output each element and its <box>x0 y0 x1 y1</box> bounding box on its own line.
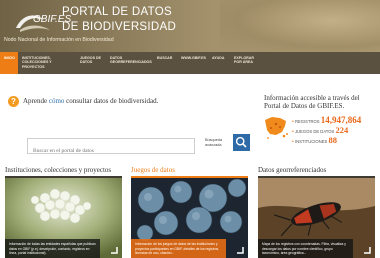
card-image-flower[interactable]: Información de todas las entidades españ… <box>5 178 122 258</box>
nav-item-www-gbif[interactable]: WWW.GBIF.ES <box>177 52 208 74</box>
site-title-line2: DE BIODIVERSIDAD <box>62 21 177 33</box>
card-datos-georreferenciados[interactable]: Datos georreferenciados Mapa de los regi… <box>258 166 375 258</box>
help-icon[interactable]: ? <box>8 96 19 107</box>
intro-prefix: Aprende <box>23 97 48 105</box>
nav-item-ayuda[interactable]: AYUDA <box>208 52 230 74</box>
card-title[interactable]: Juegos de datos <box>131 166 248 174</box>
arrow-icon[interactable] <box>109 245 119 255</box>
intro-text: Aprende cómo consultar datos de biodiver… <box>23 97 158 105</box>
nav-item-explorar-por-area[interactable]: EXPLORAR POR ÁREA <box>230 52 262 74</box>
nav-item-juegos-de-datos[interactable]: JUEGOS DE DATOS <box>76 52 106 74</box>
card-caption: Mapa de los registros con coordenadas. F… <box>258 239 353 258</box>
search-button[interactable] <box>233 134 250 151</box>
arrow-icon[interactable] <box>235 245 245 255</box>
nav-item-instituciones[interactable]: INSTITUCIONES, COLECCIONES Y PROYECTOS <box>18 52 76 74</box>
intro-link[interactable]: cómo <box>49 97 65 105</box>
nav-item-datos-georreferenciados[interactable]: DATOS GEORREFERENCIADOS <box>106 52 153 74</box>
advanced-search-link[interactable]: Búsqueda avanzada <box>205 138 235 147</box>
card-image-insect[interactable]: Mapa de los registros con coordenadas. F… <box>258 178 375 258</box>
main-nav: INICIO INSTITUCIONES, COLECCIONES Y PROY… <box>0 52 380 74</box>
stat-instituciones: • INSTITUCIONES 88 <box>292 135 337 145</box>
stat-label: JUEGOS DE DATOS <box>294 129 335 134</box>
stat-bullet-icon: • <box>292 139 294 145</box>
stat-value: 88 <box>328 135 337 145</box>
card-juegos-de-datos[interactable]: Juegos de datos Información de los juego… <box>131 166 248 258</box>
card-caption: Información de los juegos de datos de la… <box>131 239 226 258</box>
header-photo <box>220 0 380 52</box>
site-title-line1: PORTAL DE DATOS <box>62 6 172 18</box>
card-instituciones[interactable]: Instituciones, colecciones y proyectos I… <box>5 166 122 258</box>
stats-title: Información accesible a través del Porta… <box>264 94 360 110</box>
stat-value: 14,947,864 <box>320 115 362 125</box>
stat-label: REGISTROS <box>294 119 320 124</box>
site-subtitle: Nodo Nacional de Información en Biodiver… <box>4 37 114 43</box>
card-title[interactable]: Datos georreferenciados <box>258 166 375 174</box>
search-box <box>27 138 195 158</box>
stat-value: 224 <box>335 125 349 135</box>
arrow-icon[interactable] <box>362 245 372 255</box>
card-image-lichen[interactable]: Información de los juegos de datos de la… <box>131 178 248 258</box>
stat-registros: • REGISTROS 14,947,864 <box>292 115 361 125</box>
card-title[interactable]: Instituciones, colecciones y proyectos <box>5 166 122 174</box>
card-caption: Información de todas las entidades españ… <box>5 239 100 258</box>
search-icon <box>235 136 247 148</box>
nav-item-buscar[interactable]: BUSCAR <box>153 52 177 74</box>
intro-suffix: consultar datos de biodiversidad. <box>66 97 159 105</box>
spain-map-icon <box>265 117 288 139</box>
stat-juegos-de-datos: • JUEGOS DE DATOS 224 <box>292 125 348 135</box>
nav-item-inicio[interactable]: INICIO <box>0 52 18 74</box>
stat-label: INSTITUCIONES <box>294 139 328 144</box>
site-header: GBIF.ES PORTAL DE DATOS DE BIODIVERSIDAD… <box>0 0 380 52</box>
search-input[interactable] <box>28 144 194 158</box>
